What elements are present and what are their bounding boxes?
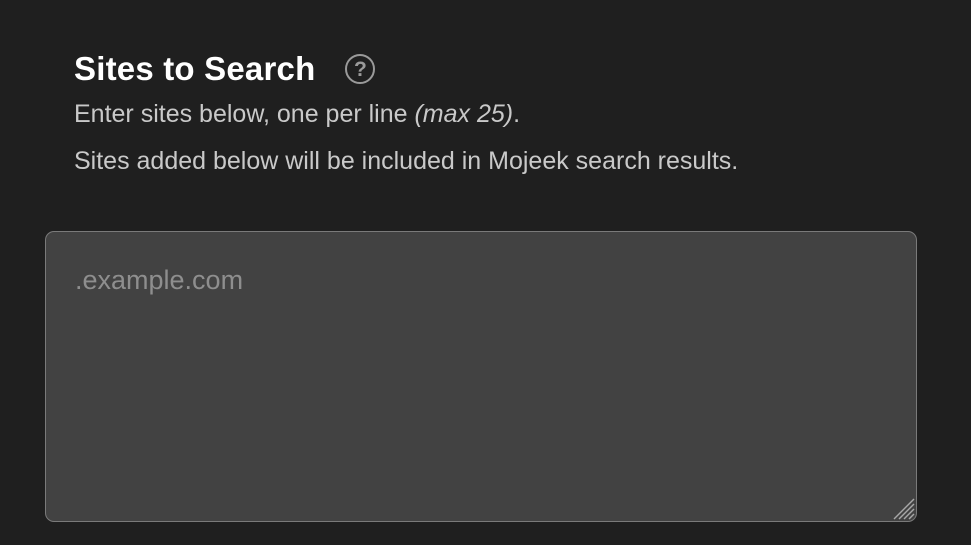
- section-title: Sites to Search: [74, 50, 316, 87]
- sites-to-search-section: Sites to Search ? Enter sites below, one…: [0, 0, 971, 545]
- resize-grip-icon[interactable]: [893, 498, 915, 520]
- instruction-suffix: .: [513, 100, 521, 128]
- instruction-prefix: Enter sites below, one per line: [74, 100, 415, 128]
- inclusion-note-text: Sites added below will be included in Mo…: [74, 147, 739, 175]
- max-limit-note: (max 25): [414, 100, 514, 128]
- sites-textarea-wrapper: [45, 231, 917, 522]
- help-question-icon[interactable]: ?: [345, 54, 376, 84]
- heading-row: Sites to Search ?: [74, 48, 376, 90]
- instruction-text: Enter sites below, one per line (max 25)…: [74, 100, 520, 129]
- sites-textarea[interactable]: [45, 231, 917, 522]
